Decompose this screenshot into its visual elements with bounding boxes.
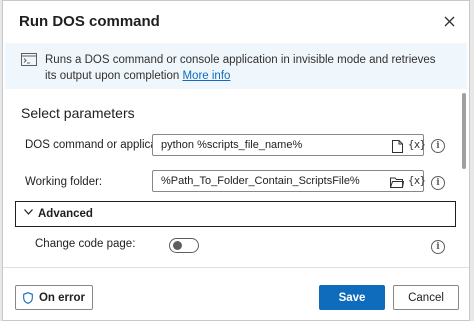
folder-picker-button[interactable] bbox=[389, 174, 405, 190]
parameters-panel: Select parameters DOS command or applica… bbox=[5, 89, 467, 267]
change-code-page-label: Change code page: bbox=[35, 238, 136, 250]
toggle-knob bbox=[173, 241, 182, 250]
working-folder-label: Working folder: bbox=[25, 176, 103, 188]
working-folder-field[interactable]: %Path_To_Folder_Contain_ScriptsFile% {x} bbox=[152, 170, 426, 192]
info-description-text: Runs a DOS command or console applicatio… bbox=[45, 54, 436, 82]
close-button[interactable] bbox=[439, 11, 459, 31]
dialog-title: Run DOS command bbox=[19, 13, 160, 30]
title-bar: Run DOS command bbox=[3, 1, 469, 43]
save-button[interactable]: Save bbox=[319, 285, 385, 310]
more-info-link[interactable]: More info bbox=[182, 70, 230, 82]
scrollbar-thumb[interactable] bbox=[462, 93, 466, 169]
file-icon bbox=[391, 139, 403, 153]
run-dos-command-dialog: Run DOS command Runs a DOS command or co… bbox=[2, 0, 470, 321]
on-error-button[interactable]: On error bbox=[15, 285, 93, 310]
info-icon[interactable]: i bbox=[431, 176, 445, 190]
scrollbar[interactable] bbox=[461, 89, 467, 267]
advanced-label: Advanced bbox=[38, 208, 93, 220]
folder-icon bbox=[390, 177, 404, 188]
dialog-footer: On error Save Cancel bbox=[3, 267, 469, 320]
file-picker-button[interactable] bbox=[389, 138, 405, 154]
section-title: Select parameters bbox=[21, 105, 135, 121]
console-window-icon bbox=[21, 53, 37, 66]
info-icon[interactable]: i bbox=[431, 139, 445, 153]
variable-icon[interactable]: {x} bbox=[408, 139, 426, 151]
info-icon[interactable]: i bbox=[431, 240, 445, 254]
on-error-label: On error bbox=[38, 291, 85, 304]
shield-icon bbox=[23, 291, 33, 304]
change-code-page-toggle[interactable] bbox=[169, 238, 199, 253]
command-value: python %scripts_file_name% bbox=[161, 139, 303, 151]
info-description: Runs a DOS command or console applicatio… bbox=[45, 52, 445, 84]
advanced-section-toggle[interactable]: Advanced bbox=[15, 201, 456, 227]
close-icon bbox=[444, 16, 454, 26]
info-banner: Runs a DOS command or console applicatio… bbox=[5, 43, 467, 89]
working-folder-value: %Path_To_Folder_Contain_ScriptsFile% bbox=[161, 175, 360, 187]
variable-icon[interactable]: {x} bbox=[408, 175, 426, 187]
chevron-down-icon bbox=[24, 209, 33, 215]
command-field[interactable]: python %scripts_file_name% {x} bbox=[152, 134, 426, 156]
cancel-button[interactable]: Cancel bbox=[393, 285, 459, 310]
